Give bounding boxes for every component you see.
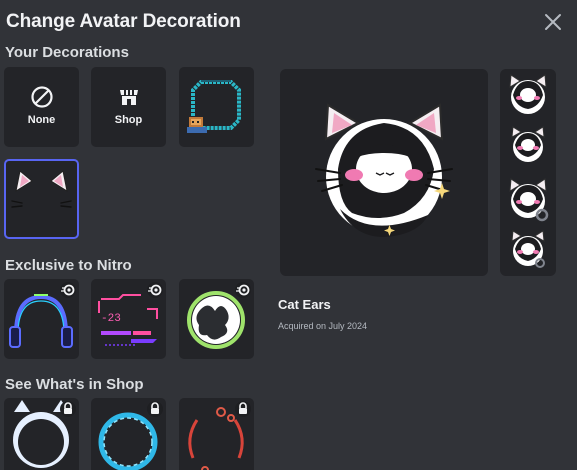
close-button[interactable] xyxy=(541,10,565,34)
dialog-title: Change Avatar Decoration xyxy=(6,11,241,32)
svg-text:-23: -23 xyxy=(101,313,121,325)
nitro-decoration-cyber[interactable]: -23 xyxy=(91,279,166,359)
nitro-icon xyxy=(236,284,250,296)
pixel-frame-decoration xyxy=(187,80,241,133)
decoration-name: Cat Ears xyxy=(278,297,331,312)
store-icon xyxy=(120,90,138,105)
decoration-none-label: None xyxy=(27,114,56,126)
lock-icon xyxy=(151,402,159,414)
no-entry-icon xyxy=(31,86,53,108)
decoration-pixel-frame[interactable] xyxy=(179,67,254,147)
lock-badge xyxy=(60,401,76,417)
lock-badge xyxy=(147,401,163,417)
section-exclusive-nitro: Exclusive to Nitro xyxy=(5,257,132,274)
nitro-icon xyxy=(148,284,162,296)
section-your-decorations: Your Decorations xyxy=(5,44,129,61)
shop-decoration-water-ring[interactable] xyxy=(91,398,166,470)
nitro-badge xyxy=(60,282,76,298)
size-preview-images xyxy=(509,74,549,268)
avatar-preview-image xyxy=(315,103,453,237)
decoration-acquired-date: Acquired on July 2024 xyxy=(278,321,368,331)
shop-decoration-white-cat[interactable] xyxy=(4,398,79,470)
section-shop: See What's in Shop xyxy=(5,376,144,393)
decoration-shop-button[interactable]: Shop xyxy=(91,67,166,147)
size-previews xyxy=(500,69,556,276)
nitro-badge xyxy=(147,282,163,298)
decoration-shop-label: Shop xyxy=(114,114,143,126)
lock-icon xyxy=(64,402,72,414)
nitro-icon xyxy=(61,284,75,296)
decoration-none-button[interactable]: None xyxy=(4,67,79,147)
cat-ears-decoration xyxy=(11,170,72,208)
decoration-cat-ears[interactable] xyxy=(4,159,79,239)
lock-badge xyxy=(235,401,251,417)
nitro-badge xyxy=(235,282,251,298)
nitro-decoration-splash[interactable] xyxy=(179,279,254,359)
nitro-decoration-headphones[interactable] xyxy=(4,279,79,359)
close-icon xyxy=(545,14,561,30)
avatar-preview xyxy=(280,69,488,276)
lock-icon xyxy=(239,402,247,414)
shop-decoration-red-chain[interactable] xyxy=(179,398,254,470)
